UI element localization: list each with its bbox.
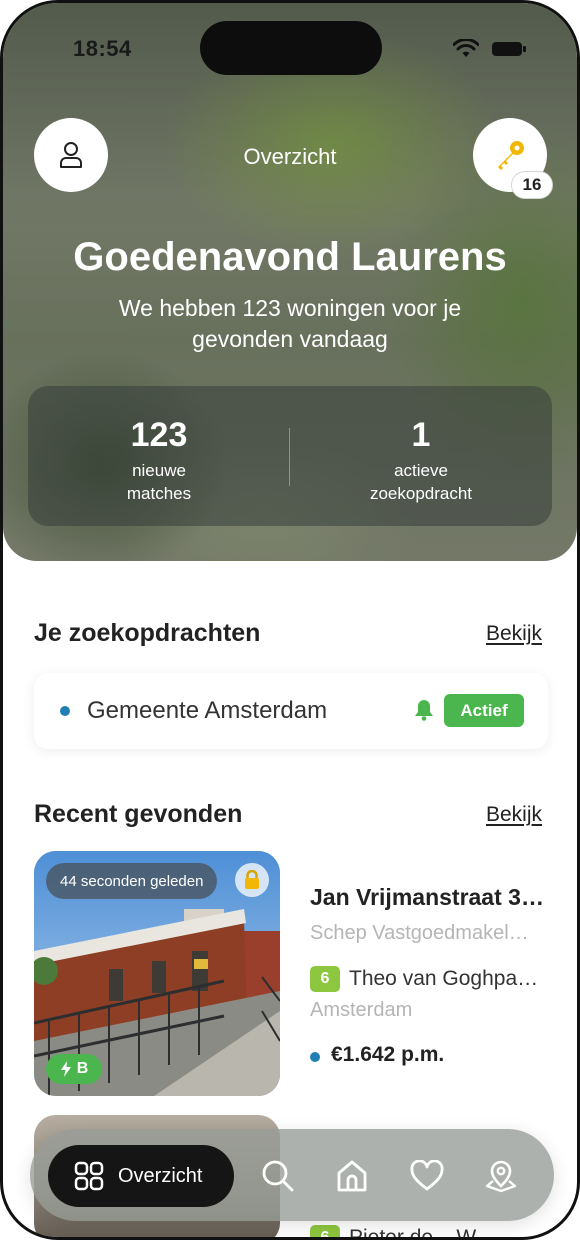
listing-agent: Schep Vastgoedmakel… [310, 922, 529, 944]
price-dot [310, 1052, 320, 1062]
lock-chip [235, 863, 269, 897]
phone-screen: 18:54 Overzicht 16 Goedenavond Laurens W… [0, 0, 580, 1240]
keys-count-badge: 16 [511, 171, 553, 199]
map-pin-icon [485, 1160, 517, 1193]
lock-icon [245, 870, 259, 889]
nav-overview-label: Overzicht [118, 1164, 203, 1187]
stats-panel: 123 nieuwe matches 1 actieve zoekopdrach… [28, 386, 552, 526]
searches-view-link[interactable]: Bekijk [486, 622, 542, 646]
nav-overview[interactable]: Overzicht [48, 1145, 234, 1207]
active-status-badge: Actief [444, 694, 524, 727]
stat-value: 123 [130, 416, 188, 454]
nav-favorites[interactable] [410, 1159, 444, 1193]
stat-new-matches[interactable]: 123 nieuwe matches [28, 386, 290, 505]
status-icons [453, 39, 527, 59]
bottom-nav-bar: Overzicht [30, 1129, 554, 1221]
greeting-subline: We hebben 123 woningen voor je gevonden … [118, 295, 462, 352]
stat-label-line: nieuwe [132, 461, 186, 480]
greeting-heading: Goedenavond Laurens [73, 235, 507, 279]
listing-price: €1.642 p.m. [331, 1043, 445, 1066]
searches-section-title: Je zoekopdrachten [34, 619, 261, 647]
stat-label-line: zoekopdracht [369, 484, 473, 503]
stat-active-searches[interactable]: 1 actieve zoekopdracht [290, 386, 552, 505]
stat-label: actieve zoekopdracht [290, 459, 552, 505]
listing-street: Theo van Goghpa… [349, 967, 539, 990]
wifi-icon [453, 39, 479, 57]
stat-value: 1 [411, 416, 431, 454]
energy-label-chip: B [46, 1054, 102, 1084]
search-item[interactable]: Gemeente Amsterdam Actief [34, 673, 548, 749]
listing-photo[interactable]: 44 seconden geleden B [34, 851, 280, 1096]
nav-search[interactable] [261, 1159, 295, 1193]
stat-label: nieuwe matches [28, 459, 290, 505]
battery-icon [492, 42, 526, 56]
search-icon [262, 1160, 294, 1192]
dynamic-island [200, 21, 382, 75]
bell-icon[interactable] [414, 699, 434, 721]
listing-city: Amsterdam [310, 999, 413, 1021]
neighbourhood-score: 6 [310, 1225, 340, 1237]
status-dot [60, 706, 70, 716]
search-name: Gemeente Amsterdam [87, 697, 328, 724]
neighbourhood-score: 6 [310, 966, 340, 992]
listing-street: Pieter de ...W... [349, 1226, 493, 1240]
heart-icon [410, 1160, 444, 1191]
overview-icon [74, 1161, 104, 1191]
recent-section-title: Recent gevonden [34, 800, 243, 828]
time-ago-chip: 44 seconden geleden [46, 863, 218, 899]
key-icon [498, 141, 524, 170]
stat-label-line: matches [126, 484, 192, 503]
stat-label-line: actieve [394, 461, 448, 480]
energy-label: B [76, 1060, 89, 1077]
recent-view-link[interactable]: Bekijk [486, 803, 542, 827]
nav-home[interactable] [335, 1159, 369, 1193]
status-time: 18:54 [73, 36, 132, 61]
nav-map[interactable] [484, 1159, 518, 1193]
listing-title[interactable]: Jan Vrijmanstraat 3… [310, 884, 548, 911]
home-icon [337, 1160, 367, 1192]
lightning-icon [60, 1061, 71, 1077]
